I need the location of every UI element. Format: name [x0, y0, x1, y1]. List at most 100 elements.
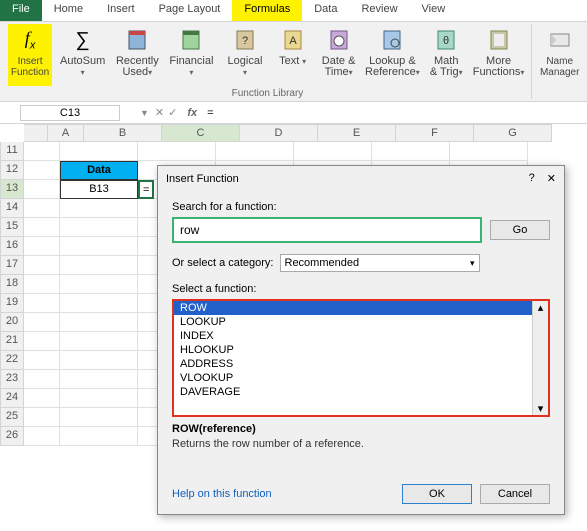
cell[interactable]: [60, 370, 138, 389]
row-header[interactable]: 19: [0, 294, 24, 313]
fx-icon[interactable]: fx: [183, 107, 201, 119]
cell[interactable]: [60, 427, 138, 446]
function-item[interactable]: ADDRESS: [174, 357, 548, 371]
tab-formulas[interactable]: Formulas: [232, 0, 302, 21]
cell[interactable]: [24, 313, 60, 332]
autosum-button[interactable]: ∑ AutoSum ▾: [54, 24, 111, 86]
scroll-down-icon[interactable]: ▾: [538, 402, 544, 415]
tab-insert[interactable]: Insert: [95, 0, 147, 21]
cell[interactable]: [60, 313, 138, 332]
row-header[interactable]: 23: [0, 370, 24, 389]
row-header[interactable]: 16: [0, 237, 24, 256]
name-manager-button[interactable]: Name Manager: [536, 24, 583, 86]
recently-used-button[interactable]: Recently Used▾: [113, 24, 161, 86]
text-button[interactable]: A Text ▾: [271, 24, 315, 86]
function-item[interactable]: ROW: [174, 301, 548, 315]
row-header[interactable]: 21: [0, 332, 24, 351]
cell[interactable]: [24, 370, 60, 389]
cell[interactable]: [24, 237, 60, 256]
math-trig-button[interactable]: θ Math & Trig▾: [424, 24, 468, 86]
category-select[interactable]: Recommended ▾: [280, 254, 480, 272]
tab-home[interactable]: Home: [42, 0, 95, 21]
col-header[interactable]: D: [240, 124, 318, 142]
ok-button[interactable]: OK: [402, 484, 472, 504]
cell[interactable]: [24, 389, 60, 408]
cell[interactable]: =: [138, 180, 154, 199]
cell[interactable]: [60, 389, 138, 408]
tab-file[interactable]: File: [0, 0, 42, 21]
col-header[interactable]: B: [84, 124, 162, 142]
insert-function-button[interactable]: fx Insert Function: [8, 24, 52, 86]
scroll-up-icon[interactable]: ▴: [538, 301, 544, 314]
function-item[interactable]: DAVERAGE: [174, 385, 548, 399]
chevron-down-icon[interactable]: ▼: [140, 108, 149, 118]
cell[interactable]: B13: [60, 180, 138, 199]
cell[interactable]: [24, 180, 60, 199]
select-all-cell[interactable]: [24, 124, 48, 142]
logical-button[interactable]: ? Logical ▾: [221, 24, 268, 86]
function-item[interactable]: INDEX: [174, 329, 548, 343]
tab-view[interactable]: View: [410, 0, 458, 21]
tab-page-layout[interactable]: Page Layout: [147, 0, 233, 21]
more-functions-button[interactable]: More Functions▾: [470, 24, 527, 86]
financial-button[interactable]: Financial ▾: [163, 24, 219, 86]
cell[interactable]: [60, 408, 138, 427]
cell[interactable]: [294, 142, 372, 161]
search-function-input[interactable]: row: [172, 217, 482, 243]
cell[interactable]: [60, 237, 138, 256]
col-header[interactable]: A: [48, 124, 84, 142]
row-header[interactable]: 18: [0, 275, 24, 294]
cell[interactable]: [60, 218, 138, 237]
cell[interactable]: [138, 142, 216, 161]
row-header[interactable]: 11: [0, 142, 24, 161]
col-header[interactable]: F: [396, 124, 474, 142]
row-header[interactable]: 17: [0, 256, 24, 275]
cell[interactable]: [372, 142, 450, 161]
close-icon[interactable]: ✕: [547, 172, 556, 185]
tab-review[interactable]: Review: [349, 0, 409, 21]
cell[interactable]: [24, 256, 60, 275]
cell[interactable]: [60, 351, 138, 370]
row-header[interactable]: 26: [0, 427, 24, 446]
row-header[interactable]: 12: [0, 161, 24, 180]
cell[interactable]: [24, 427, 60, 446]
cell[interactable]: [60, 294, 138, 313]
col-header[interactable]: G: [474, 124, 552, 142]
accept-formula-icon[interactable]: ✓: [168, 106, 177, 119]
function-item[interactable]: VLOOKUP: [174, 371, 548, 385]
cell[interactable]: [60, 275, 138, 294]
function-item[interactable]: HLOOKUP: [174, 343, 548, 357]
date-time-button[interactable]: Date & Time▾: [317, 24, 361, 86]
cell[interactable]: [60, 332, 138, 351]
go-button[interactable]: Go: [490, 220, 550, 240]
cell[interactable]: [24, 275, 60, 294]
function-list[interactable]: ROW LOOKUP INDEX HLOOKUP ADDRESS VLOOKUP…: [172, 299, 550, 417]
name-box[interactable]: C13: [20, 105, 120, 121]
cell[interactable]: [450, 142, 528, 161]
cell[interactable]: [216, 142, 294, 161]
cell[interactable]: [24, 218, 60, 237]
cell[interactable]: [24, 351, 60, 370]
cancel-button[interactable]: Cancel: [480, 484, 550, 504]
row-header[interactable]: 14: [0, 199, 24, 218]
cell[interactable]: [60, 256, 138, 275]
row-header[interactable]: 25: [0, 408, 24, 427]
cell[interactable]: [24, 142, 60, 161]
help-icon[interactable]: ?: [529, 172, 535, 185]
cell[interactable]: [24, 408, 60, 427]
cell[interactable]: [60, 199, 138, 218]
lookup-ref-button[interactable]: Lookup & Reference▾: [363, 24, 423, 86]
cell[interactable]: [24, 332, 60, 351]
cancel-formula-icon[interactable]: ✕: [155, 106, 164, 119]
cell[interactable]: Data: [60, 161, 138, 180]
function-item[interactable]: LOOKUP: [174, 315, 548, 329]
row-header[interactable]: 24: [0, 389, 24, 408]
cell[interactable]: [60, 142, 138, 161]
help-link[interactable]: Help on this function: [172, 488, 272, 500]
cell[interactable]: [24, 199, 60, 218]
scrollbar[interactable]: ▴▾: [532, 301, 548, 415]
row-header[interactable]: 13: [0, 180, 24, 199]
formula-input[interactable]: =: [201, 105, 587, 121]
row-header[interactable]: 20: [0, 313, 24, 332]
tab-data[interactable]: Data: [302, 0, 349, 21]
